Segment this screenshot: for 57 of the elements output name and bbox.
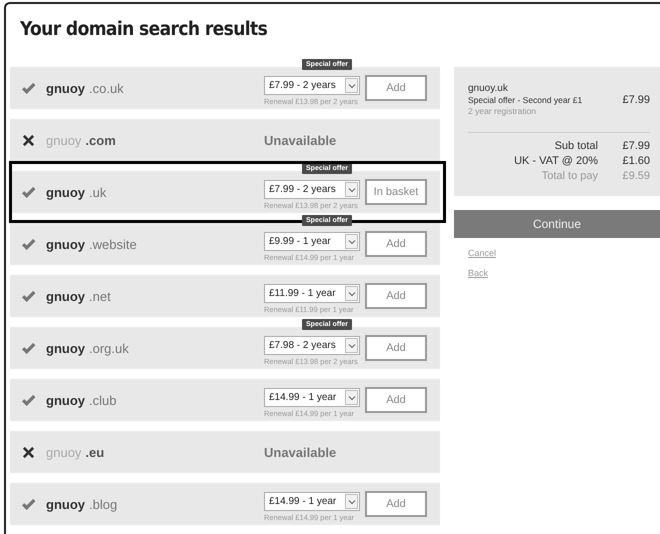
domain-extension: .com (85, 132, 116, 148)
price-dropdown[interactable]: £7.99 - 2 years (264, 180, 360, 199)
domain-name: gnuoy (46, 496, 85, 512)
add-button[interactable]: Add (365, 231, 427, 257)
cross-icon (21, 134, 36, 146)
add-button[interactable]: Add (365, 335, 427, 361)
check-icon (21, 290, 36, 302)
domain-name: gnuoy (46, 236, 85, 252)
price-dropdown[interactable]: £14.99 - 1 year (264, 492, 360, 511)
domain-name: gnuoy (46, 184, 85, 200)
price-dropdown[interactable]: £11.99 - 1 year (264, 284, 360, 303)
add-button[interactable]: Add (365, 75, 427, 101)
domain-extension: .club (89, 392, 116, 408)
availability-status: Unavailable (264, 444, 336, 460)
domain-extension: .uk (89, 184, 106, 200)
basket-item-name: gnuoy.uk (468, 83, 509, 94)
add-button[interactable]: Add (365, 491, 427, 517)
item-price: £7.99 (622, 94, 650, 106)
check-icon (21, 238, 36, 250)
domain-extension: .eu (85, 444, 104, 460)
price-dropdown[interactable]: £7.98 - 2 years (264, 336, 360, 355)
check-icon (21, 394, 36, 406)
total-label: Sub total (554, 140, 598, 152)
domain-extension: .net (89, 288, 111, 304)
total-value: £1.60 (621, 155, 650, 167)
domain-name: gnuoy (46, 340, 85, 356)
price-dropdown[interactable]: £14.99 - 1 year (264, 388, 360, 407)
availability-status: Unavailable (264, 132, 336, 148)
check-icon (21, 82, 36, 94)
total-value: £9.59 (621, 170, 650, 182)
price-dropdown[interactable]: £7.99 - 2 years (264, 76, 360, 95)
domain-extension: .blog (89, 496, 118, 512)
total-value: £7.99 (621, 140, 650, 152)
domain-name: gnuoy (46, 392, 85, 408)
domain-name: gnuoy (46, 288, 85, 304)
offer-description: Special offer - Second year £1 (468, 95, 582, 105)
domain-name: gnuoy (46, 444, 82, 460)
add-button[interactable]: Add (365, 283, 427, 309)
page-title: Your domain search results (19, 17, 268, 42)
check-icon (21, 498, 36, 510)
total-label: UK - VAT @ 20% (514, 155, 598, 167)
add-button[interactable]: Add (365, 387, 427, 413)
check-icon (21, 342, 36, 354)
domain-name: gnuoy (46, 132, 82, 148)
domain-name: gnuoy (46, 80, 85, 96)
domain-extension: .co.uk (89, 80, 124, 96)
total-label: Total to pay (542, 170, 598, 182)
domain-extension: .org.uk (89, 340, 129, 356)
add-button[interactable]: In basket (365, 179, 427, 205)
link[interactable]: Cancel (468, 248, 496, 258)
registration-term: 2 year registration (468, 106, 538, 116)
price-dropdown[interactable]: £9.99 - 1 year (264, 232, 360, 251)
cross-icon (21, 446, 36, 458)
check-icon (21, 186, 36, 198)
continue-button[interactable]: Continue (454, 210, 660, 238)
link[interactable]: Back (468, 268, 488, 278)
domain-extension: .website (89, 236, 137, 252)
